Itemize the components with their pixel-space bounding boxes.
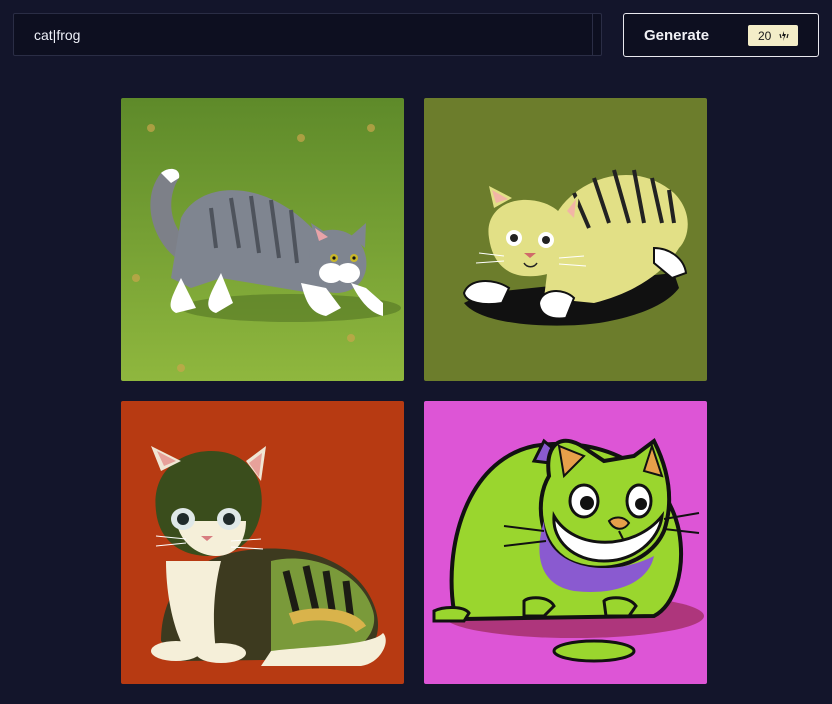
prompt-input[interactable]: cat|frog bbox=[13, 13, 602, 56]
result-image-3[interactable] bbox=[121, 401, 404, 684]
prompt-input-value[interactable]: cat|frog bbox=[34, 27, 80, 43]
generate-button[interactable]: Generate 20 bbox=[623, 13, 819, 57]
result-image-1[interactable] bbox=[121, 98, 404, 381]
app-page: cat|frog Generate 20 bbox=[0, 0, 832, 704]
result-image-3-art bbox=[121, 401, 404, 684]
bolt-icon bbox=[779, 31, 789, 41]
generate-button-label: Generate bbox=[644, 27, 710, 44]
prompt-divider bbox=[592, 14, 593, 55]
credits-badge: 20 bbox=[748, 25, 798, 46]
credits-count: 20 bbox=[758, 29, 772, 43]
result-image-2[interactable] bbox=[424, 98, 707, 381]
result-image-4[interactable] bbox=[424, 401, 707, 684]
result-image-2-art bbox=[424, 98, 707, 381]
result-image-1-art bbox=[121, 98, 404, 381]
result-image-4-art bbox=[424, 401, 707, 684]
